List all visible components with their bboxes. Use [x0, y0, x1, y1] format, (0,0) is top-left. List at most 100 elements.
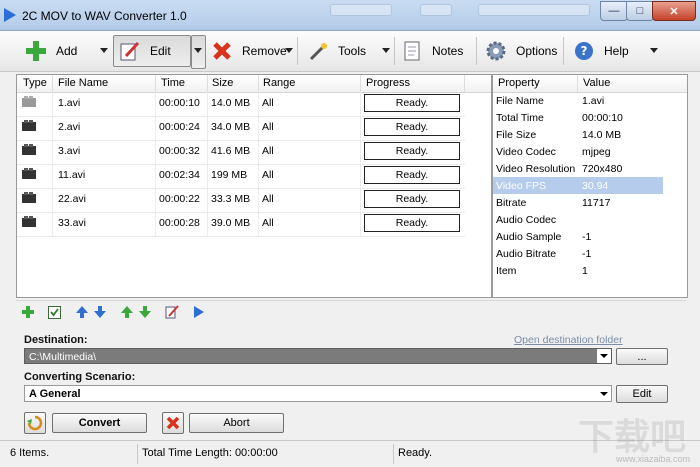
- file-range: All: [262, 217, 274, 229]
- help-button[interactable]: ? Help: [572, 35, 629, 67]
- file-time: 00:02:34: [159, 169, 200, 181]
- property-panel[interactable]: Property Value File Name 1.avi Total Time…: [492, 74, 688, 298]
- status-items: 6 Items.: [10, 447, 50, 459]
- move-up-button[interactable]: [74, 304, 90, 320]
- table-row[interactable]: 11.avi 00:02:34 199 MB All Ready.: [17, 164, 465, 189]
- table-row[interactable]: 3.avi 00:00:32 41.6 MB All Ready.: [17, 140, 465, 165]
- table-row[interactable]: 2.avi 00:00:24 34.0 MB All Ready.: [17, 116, 465, 141]
- property-name: Audio Bitrate: [496, 248, 557, 260]
- notes-icon: [400, 39, 424, 63]
- options-button[interactable]: Options: [484, 35, 557, 67]
- property-value: 1: [582, 265, 588, 277]
- file-size: 33.3 MB: [211, 193, 251, 205]
- add-button[interactable]: Add: [24, 35, 77, 67]
- add-dropdown-icon[interactable]: [100, 48, 108, 53]
- tools-button[interactable]: Tools: [306, 35, 366, 67]
- edit-dropdown-icon: [194, 48, 202, 53]
- column-divider: [258, 75, 259, 92]
- help-dropdown-icon[interactable]: [650, 48, 658, 53]
- edit-file-button[interactable]: [164, 304, 180, 320]
- property-row-selected[interactable]: Video FPS 30.94: [493, 177, 663, 194]
- abort-x-icon: [166, 416, 180, 430]
- scenario-edit-button[interactable]: Edit: [616, 385, 668, 403]
- move-down-button[interactable]: [92, 304, 108, 320]
- remove-dropdown-icon[interactable]: [285, 48, 293, 53]
- check-all-button[interactable]: [46, 304, 62, 320]
- refresh-icon: [27, 415, 43, 431]
- column-file-name[interactable]: File Name: [58, 77, 108, 89]
- file-range: All: [262, 121, 274, 133]
- column-value[interactable]: Value: [583, 77, 610, 89]
- notes-label: Notes: [432, 44, 464, 58]
- file-name: 11.avi: [58, 169, 86, 181]
- minimize-button[interactable]: —: [600, 1, 628, 21]
- notes-button[interactable]: Notes: [400, 35, 463, 67]
- status-total-time: Total Time Length: 00:00:00: [142, 447, 278, 459]
- column-progress[interactable]: Progress: [366, 77, 410, 89]
- property-name: Video FPS: [496, 180, 547, 192]
- progress-box: Ready.: [364, 142, 460, 160]
- property-row[interactable]: Audio Bitrate -1: [493, 245, 687, 262]
- property-name: Bitrate: [496, 197, 527, 209]
- property-value: 30.94: [582, 180, 609, 192]
- table-row[interactable]: 33.avi 00:00:28 39.0 MB All Ready.: [17, 212, 465, 237]
- property-value: 11717: [582, 197, 611, 209]
- table-row[interactable]: 22.avi 00:00:22 33.3 MB All Ready.: [17, 188, 465, 213]
- property-value: -1: [582, 248, 592, 260]
- convert-button[interactable]: Convert: [52, 413, 147, 433]
- table-row[interactable]: 1.avi 00:00:10 14.0 MB All Ready.: [17, 92, 465, 117]
- destination-combo[interactable]: C:\Multimedia\: [24, 348, 612, 364]
- property-row[interactable]: File Name 1.avi: [493, 92, 687, 109]
- column-time[interactable]: Time: [161, 77, 185, 89]
- property-row[interactable]: Total Time 00:00:10: [493, 109, 687, 126]
- column-size[interactable]: Size: [212, 77, 233, 89]
- property-row[interactable]: Video Codec mjpeg: [493, 143, 687, 160]
- status-state: Ready.: [398, 447, 433, 459]
- column-divider: [52, 75, 53, 92]
- progress-box: Ready.: [364, 190, 460, 208]
- play-button[interactable]: [191, 304, 207, 320]
- property-name: File Size: [496, 129, 537, 141]
- file-list[interactable]: Type File Name Time Size Range Progress …: [16, 74, 492, 298]
- move-bottom-button[interactable]: [137, 304, 153, 320]
- progress-box: Ready.: [364, 166, 460, 184]
- wand-icon: [306, 39, 330, 63]
- property-row[interactable]: Audio Codec: [493, 211, 687, 228]
- status-separator: [137, 444, 138, 464]
- file-range: All: [262, 169, 274, 181]
- chevron-down-icon[interactable]: [597, 386, 611, 401]
- property-row[interactable]: Bitrate 11717: [493, 194, 687, 211]
- play-icon: [194, 306, 204, 318]
- close-button[interactable]: ✕: [652, 1, 696, 21]
- file-name: 33.avi: [58, 217, 87, 229]
- abort-button[interactable]: Abort: [189, 413, 284, 433]
- column-property[interactable]: Property: [498, 77, 540, 89]
- abort-icon-button[interactable]: [162, 412, 184, 434]
- open-destination-link[interactable]: Open destination folder: [514, 334, 623, 346]
- property-row[interactable]: Item 1: [493, 262, 687, 279]
- column-range[interactable]: Range: [263, 77, 295, 89]
- plus-icon: [22, 306, 34, 318]
- property-row[interactable]: Video Resolution 720x480: [493, 160, 687, 177]
- scenario-combo[interactable]: A General: [24, 385, 612, 402]
- column-type[interactable]: Type: [23, 77, 47, 89]
- background-window-ghost: [478, 4, 590, 16]
- chevron-down-icon[interactable]: [597, 349, 611, 363]
- file-name: 2.avi: [58, 121, 81, 133]
- property-row[interactable]: File Size 14.0 MB: [493, 126, 687, 143]
- move-top-button[interactable]: [119, 304, 135, 320]
- maximize-button[interactable]: □: [626, 1, 654, 21]
- property-row[interactable]: Audio Sample -1: [493, 228, 687, 245]
- remove-button[interactable]: Remove: [210, 35, 287, 67]
- file-time: 00:00:24: [159, 121, 200, 133]
- edit-icon: [165, 305, 179, 319]
- watermark-url: www.xiazaiba.com: [615, 454, 690, 464]
- file-list-header: Type File Name Time Size Range Progress: [17, 75, 491, 93]
- add-file-button[interactable]: [20, 304, 36, 320]
- browse-button[interactable]: ...: [616, 348, 668, 365]
- arrow-up-icon: [76, 306, 88, 318]
- convert-icon-button[interactable]: [24, 412, 46, 434]
- edit-button[interactable]: Edit: [113, 35, 191, 67]
- tools-dropdown-icon[interactable]: [382, 48, 390, 53]
- column-divider: [155, 75, 156, 92]
